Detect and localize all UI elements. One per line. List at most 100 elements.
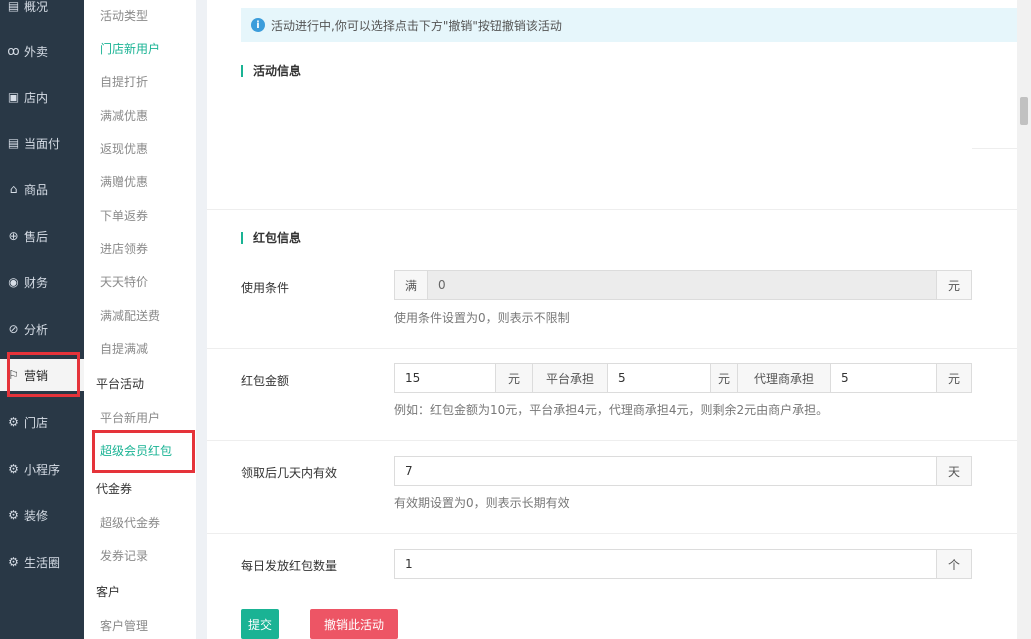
notice-text: 活动进行中,你可以选择点击下方"撤销"按钮撤销该活动 [271,18,562,33]
nav-item-label: 售后 [24,229,49,244]
main-nav: ▤ 概况 ꝏ 外卖 ▣ 店内 ▤ 当面付 ⌂ 商品 ⊕ 售后 ◉ 财务 ⊘ 分析 ⚐ 营销 ⚙ 门店… [0,0,84,639]
section-accent-bar [241,231,243,244]
nav-item-in-store[interactable]: ▣ 店内 [0,81,84,113]
app-root: ▤ 概况 ꝏ 外卖 ▣ 店内 ▤ 当面付 ⌂ 商品 ⊕ 售后 ◉ 财务 ⊘ 分析 ⚐ 营销 ⚙ 门店… [0,0,1031,639]
nav-item-label: 商品 [24,182,49,197]
sub-item-activity-type[interactable]: 活动类型 [100,6,148,26]
sub-item-super-voucher[interactable]: 超级代金券 [100,513,160,533]
nav-item-label: 财务 [24,275,49,290]
divider [207,209,1017,210]
daily-count-unit: 个 [936,550,971,578]
scrollbar-thumb[interactable] [1020,97,1028,125]
sub-item-full-reduction[interactable]: 满减优惠 [100,106,148,126]
condition-input-group: 满 0 元 [394,270,972,300]
nav-item-label: 概况 [24,0,49,14]
amount-unit: 元 [495,364,532,392]
activity-notice: i 活动进行中,你可以选择点击下方"撤销"按钮撤销该活动 [241,8,1017,42]
sub-item-enter-coupon[interactable]: 进店领券 [100,239,148,259]
analysis-icon: ⊘ [8,322,19,336]
goods-icon: ⌂ [9,182,18,196]
sub-item-store-new-user[interactable]: 门店新用户 [100,39,160,59]
valid-days-input[interactable]: 7 [395,457,936,485]
divider [207,348,1017,349]
nav-item-label: 装修 [24,508,49,523]
condition-label: 使用条件 [241,281,290,295]
section-redpacket-info: 红包信息 [241,229,301,246]
sub-item-super-vip-redpacket[interactable]: 超级会员红包 [100,441,172,461]
sub-item-pickup-reduction[interactable]: 自提满减 [100,339,148,359]
after-sales-icon: ⊕ [8,229,19,243]
sub-item-coupon-record[interactable]: 发券记录 [100,546,148,566]
section-accent-bar [241,64,243,77]
life-circle-gear-icon: ⚙ [8,555,19,569]
sub-item-customer-management[interactable]: 客户管理 [100,616,148,636]
sub-item-daily-special[interactable]: 天天特价 [100,272,148,292]
divider [207,440,1017,441]
section-activity-info: 活动信息 [241,62,301,79]
amount-input[interactable]: 15 [395,364,495,392]
amount-input-group: 15 元 平台承担 5 元 代理商承担 5 元 [394,363,972,393]
valid-days-unit: 天 [936,457,971,485]
sub-group-platform-activity: 平台活动 [96,377,145,391]
condition-hint: 使用条件设置为0，则表示不限制 [394,311,570,325]
nav-item-overview[interactable]: ▤ 概况 [0,0,84,22]
amount-label: 红包金额 [241,374,290,388]
info-icon: i [251,18,265,32]
finance-icon: ◉ [8,275,19,289]
platform-input[interactable]: 5 [608,364,710,392]
nav-item-label: 当面付 [24,136,61,151]
condition-prefix: 满 [395,271,428,299]
nav-item-label: 店内 [24,90,49,105]
condition-input[interactable]: 0 [428,271,936,299]
daily-count-label: 每日发放红包数量 [241,559,338,573]
cancel-activity-button[interactable]: 撤销此活动 [310,609,398,639]
sub-item-order-coupon[interactable]: 下单返券 [100,206,148,226]
divider [207,533,1017,534]
sub-group-voucher: 代金券 [96,482,133,496]
page-scrollbar[interactable] [1017,0,1031,639]
nav-item-label: 门店 [24,415,49,430]
main-panel: i 活动进行中,你可以选择点击下方"撤销"按钮撤销该活动 活动信息 红包信息 使… [207,0,1017,639]
miniapp-gear-icon: ⚙ [8,462,19,476]
sub-item-platform-new-user[interactable]: 平台新用户 [100,408,160,428]
platform-label: 平台承担 [532,364,608,392]
delivery-icon: ꝏ [7,44,20,58]
nav-item-marketing[interactable]: ⚐ 营销 [0,359,84,391]
nav-item-finance[interactable]: ◉ 财务 [0,266,84,298]
section-title-text: 活动信息 [253,64,302,78]
agent-input[interactable]: 5 [831,364,936,392]
nav-item-shop[interactable]: ⚙ 门店 [0,406,84,438]
store-icon: ▣ [7,90,20,104]
daily-count-input-group: 1 个 [394,549,972,579]
sub-item-gift[interactable]: 满赠优惠 [100,172,148,192]
overview-icon: ▤ [7,0,20,13]
sub-item-pickup-discount[interactable]: 自提打折 [100,72,148,92]
nav-item-label: 营销 [24,368,49,383]
nav-item-label: 生活圈 [24,555,61,570]
section-title-text: 红包信息 [253,231,302,245]
nav-item-label: 分析 [24,322,49,337]
divider [972,148,1017,149]
agent-label: 代理商承担 [737,364,831,392]
condition-unit: 元 [936,271,971,299]
nav-item-decoration[interactable]: ⚙ 装修 [0,499,84,531]
nav-item-life-circle[interactable]: ⚙ 生活圈 [0,546,84,578]
nav-item-after-sales[interactable]: ⊕ 售后 [0,220,84,252]
sub-item-delivery-fee-reduction[interactable]: 满减配送费 [100,306,160,326]
nav-item-label: 外卖 [24,44,49,59]
nav-item-label: 小程序 [24,462,61,477]
nav-item-face-pay[interactable]: ▤ 当面付 [0,127,84,159]
agent-unit: 元 [936,364,971,392]
valid-days-label: 领取后几天内有效 [241,466,338,480]
decor-gear-icon: ⚙ [8,508,19,522]
submit-button[interactable]: 提交 [241,609,279,639]
daily-count-input[interactable]: 1 [395,550,936,578]
shop-gear-icon: ⚙ [8,415,19,429]
amount-hint: 例如：红包金额为10元，平台承担4元，代理商承担4元，则剩余2元由商户承担。 [394,403,829,417]
sub-group-customer: 客户 [96,585,121,599]
nav-item-delivery[interactable]: ꝏ 外卖 [0,35,84,67]
sub-item-cashback[interactable]: 返现优惠 [100,139,148,159]
nav-item-miniapp[interactable]: ⚙ 小程序 [0,453,84,485]
nav-item-goods[interactable]: ⌂ 商品 [0,173,84,205]
nav-item-analysis[interactable]: ⊘ 分析 [0,313,84,345]
